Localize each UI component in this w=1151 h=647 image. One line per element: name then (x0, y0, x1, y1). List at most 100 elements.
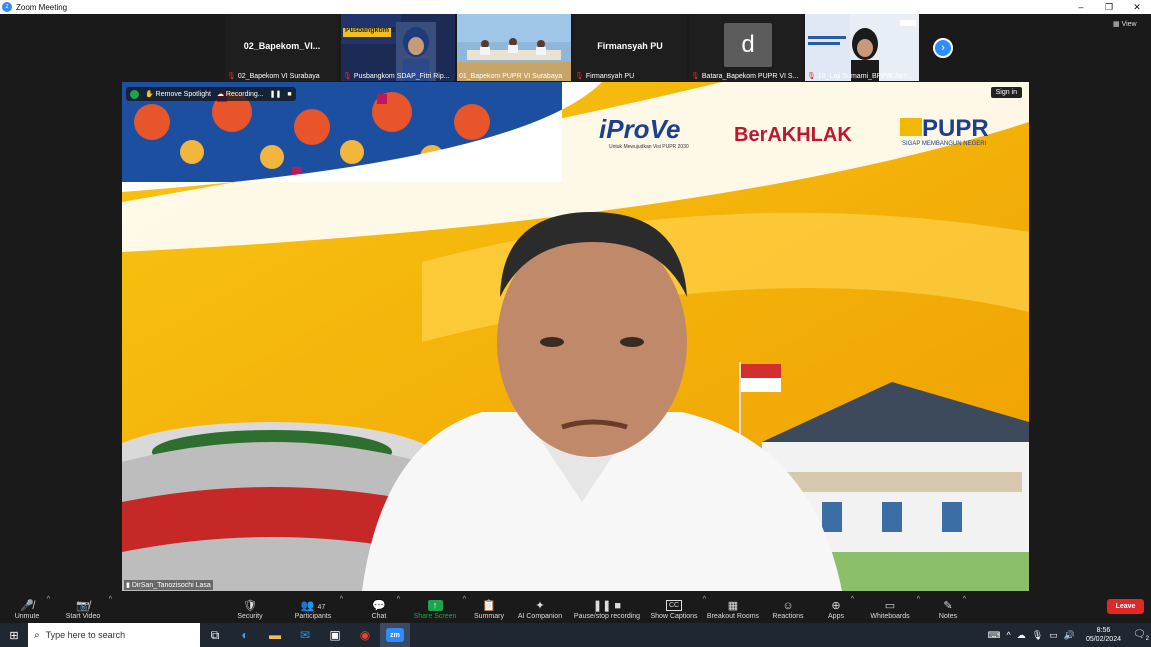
participant-label: 🎙 Firmansyah PU (575, 72, 685, 81)
participant-name: 01_Bapekom PUPR VI Surabaya (459, 73, 563, 80)
zoom-taskbar-icon[interactable]: zm (380, 623, 410, 647)
security-button[interactable]: 🛡 Security (233, 592, 267, 623)
svg-text:BerAKHLAK: BerAKHLAK (734, 124, 852, 146)
meeting-controls: 🎤̸ Unmute ^ 📷̸ Start Video ^ 🛡 Security … (0, 592, 1151, 623)
chevron-up-icon[interactable]: ^ (340, 596, 343, 603)
notes-label: Notes (938, 613, 958, 620)
window-title: Zoom Meeting (16, 2, 68, 12)
participant-label: 🎙 18_Laji Sumami_BPPW Jam... (807, 72, 917, 81)
participant-count: 47 (317, 604, 326, 611)
participant-display-name: 02_Bapekom_VI... (243, 41, 321, 51)
leave-button[interactable]: Leave (1107, 599, 1144, 614)
participant-name: Pusbangkom SDAP_Fitri Rip... (353, 72, 450, 80)
unmute-label: Unmute (14, 613, 40, 620)
mail-icon[interactable]: ✉ (290, 623, 320, 647)
reactions-button[interactable]: ☺ Reactions (771, 592, 805, 623)
apps-button[interactable]: ⊕ Apps ^ (826, 592, 854, 623)
chat-icon: 💬 (372, 600, 386, 612)
view-button[interactable]: ▦ View (1113, 20, 1137, 28)
store-icon[interactable]: ▣ (320, 623, 350, 647)
share-screen-button[interactable]: ↑ Share Screen ^ (412, 592, 466, 623)
mic-muted-icon: 🎙 (575, 73, 584, 80)
pause-stop-recording-button[interactable]: ❚❚ ■ Pause/stop recording (572, 592, 642, 623)
chevron-up-icon[interactable]: ^ (963, 596, 966, 603)
breakout-rooms-button[interactable]: ▦ Breakout Rooms (706, 592, 760, 623)
network-icon[interactable]: ▭ (1049, 630, 1058, 641)
notes-button[interactable]: ✎ Notes ^ (938, 592, 966, 623)
participants-glyph: 👥 (300, 600, 315, 612)
edge-browser-icon[interactable]: ◐ (230, 623, 260, 647)
restore-button[interactable]: ❐ (1095, 0, 1123, 14)
notes-icon: ✎ (943, 600, 953, 612)
pause-stop-recording-label: Pause/stop recording (573, 613, 641, 620)
start-video-button[interactable]: 📷̸ Start Video ^ (62, 592, 112, 623)
participant-label: 🎙 Batara_Bapekom PUPR VI S... (691, 72, 801, 81)
participant-name: Batara_Bapekom PUPR VI S... (701, 72, 799, 80)
participant-thumbnail[interactable]: 🎙 18_Laji Sumami_BPPW Jam... (805, 14, 919, 81)
notification-icon[interactable]: 🗨2 (1131, 629, 1151, 642)
meeting-area: 02_Bapekom_VI... 🎙 02_Bapekom VI Surabay… (0, 14, 1151, 592)
chevron-up-icon[interactable]: ^ (397, 596, 400, 603)
summary-button[interactable]: 📋 Summary (471, 592, 507, 623)
pause-recording-icon[interactable]: ❚❚ (270, 90, 282, 98)
chevron-up-icon[interactable]: ^ (851, 596, 854, 603)
participant-video (805, 14, 919, 81)
participant-display-name: Firmansyah PU (597, 41, 663, 51)
sparkle-icon: ✦ (535, 600, 545, 612)
system-tray: ⌨ ^ ☁ 🎙 ▭ 🔊 8:56 05/02/2024 🗨2 (985, 623, 1151, 647)
share-screen-icon: ↑ (427, 600, 443, 611)
whiteboards-button[interactable]: ▭ Whiteboards ^ (868, 592, 920, 623)
unmute-button[interactable]: 🎤̸ Unmute ^ (12, 592, 50, 623)
zoom-app-icon: z (2, 2, 12, 12)
search-placeholder: Type here to search (45, 630, 126, 640)
recording-indicator[interactable]: ☁ Recording... (217, 90, 264, 98)
chevron-up-icon[interactable]: ^ (47, 596, 50, 603)
participant-video (341, 14, 455, 81)
task-view-icon[interactable]: ⧉ (200, 623, 230, 647)
minimize-button[interactable]: – (1067, 0, 1095, 14)
chevron-right-icon[interactable]: › (933, 38, 953, 58)
chevron-up-icon[interactable]: ^ (109, 596, 112, 603)
apps-icon: ⊕ (831, 600, 841, 612)
taskbar-search-input[interactable]: ⌕ Type here to search (28, 623, 200, 647)
chevron-up-icon[interactable]: ^ (917, 596, 920, 603)
chevron-up-icon[interactable]: ^ (463, 596, 466, 603)
show-captions-button[interactable]: CC Show Captions ^ (650, 592, 706, 623)
microphone-icon[interactable]: 🎙 (1032, 630, 1043, 641)
volume-icon[interactable]: 🔊 (1064, 630, 1075, 641)
participant-thumbnail[interactable]: Firmansyah PU 🎙 Firmansyah PU (573, 14, 687, 81)
participant-thumbnail[interactable]: Pusbangkom S 🎙 Pusbangkom SDAP_Fitri Rip… (341, 14, 455, 81)
main-video: iProVe Untuk Mewujudkan Visi PUPR 2030 B… (122, 82, 1029, 591)
windows-start-icon[interactable]: ⊞ (0, 623, 28, 647)
chrome-icon[interactable]: ◉ (350, 623, 380, 647)
sign-in-button[interactable]: Sign in (990, 87, 1022, 98)
chat-button[interactable]: 💬 Chat ^ (366, 592, 400, 623)
participant-avatar: d (724, 23, 772, 67)
participant-thumbnail[interactable]: d 🎙 Batara_Bapekom PUPR VI S... (689, 14, 803, 81)
participants-label: Participants (294, 613, 332, 620)
signal-icon: ▮ (126, 582, 130, 589)
stop-recording-icon[interactable]: ■ (287, 91, 291, 98)
onedrive-icon[interactable]: ☁ (1017, 630, 1026, 641)
participants-button[interactable]: 👥 47 Participants ^ (291, 592, 343, 623)
close-button[interactable]: ✕ (1123, 0, 1151, 14)
share-screen-label: Share Screen (413, 613, 457, 620)
clock-time: 8:56 (1096, 627, 1111, 634)
title-bar: z Zoom Meeting – ❐ ✕ (0, 0, 1151, 14)
thumbnail-strip: 02_Bapekom_VI... 🎙 02_Bapekom VI Surabay… (225, 14, 921, 81)
participant-thumbnail[interactable]: 02_Bapekom_VI... 🎙 02_Bapekom VI Surabay… (225, 14, 339, 81)
pause-stop-icon: ❚❚ ■ (592, 600, 622, 612)
remove-spotlight-button[interactable]: ✋ Remove Spotlight (145, 90, 211, 98)
chevron-up-icon[interactable]: ^ (1007, 630, 1011, 640)
file-explorer-icon[interactable]: ▬ (260, 623, 290, 647)
ai-companion-button[interactable]: ✦ AI Companion (515, 592, 565, 623)
keyboard-icon[interactable]: ⌨ (988, 630, 1001, 641)
participant-thumbnail[interactable]: 01_Bapekom PUPR VI Surabaya (457, 14, 571, 81)
video-overlay-text: Pusbangkom S (345, 27, 396, 34)
clock-date: 05/02/2024 (1085, 636, 1121, 643)
taskbar-clock[interactable]: 8:56 05/02/2024 (1086, 626, 1121, 644)
mic-muted-icon: 🎙 (807, 73, 816, 80)
search-icon: ⌕ (34, 629, 40, 641)
speaker-name-label: ▮ DirSan_Tanozisochi Lasa (124, 580, 213, 590)
participants-icon: 👥 47 (301, 599, 326, 613)
